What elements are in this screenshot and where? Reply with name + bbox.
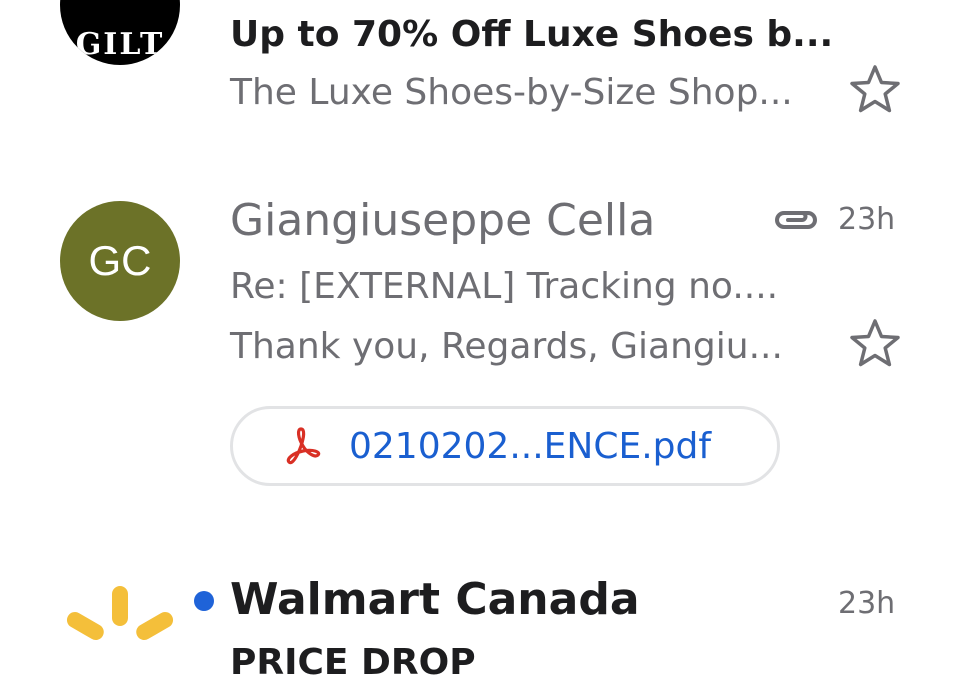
- email-preview: Thank you, Regards, Giangiu...: [230, 326, 783, 367]
- avatar-text: GILT: [75, 26, 165, 62]
- email-subject: Re: [EXTERNAL] Tracking no....: [230, 266, 779, 307]
- paperclip-icon: [775, 211, 817, 229]
- attachment-filename: 0210202...ENCE.pdf: [349, 425, 712, 467]
- email-subject: PRICE DROP: [230, 642, 476, 683]
- walmart-spark-logo: [66, 586, 174, 640]
- email-subject: Up to 70% Off Luxe Shoes b...: [230, 14, 834, 55]
- email-sender: Giangiuseppe Cella: [230, 195, 656, 246]
- email-item-walmart[interactable]: Walmart Canada 23h PRICE DROP: [0, 560, 960, 683]
- email-preview: The Luxe Shoes-by-Size Shop...: [230, 72, 793, 113]
- star-icon[interactable]: [847, 62, 903, 118]
- pdf-icon: [286, 427, 321, 465]
- email-sender: Walmart Canada: [230, 574, 640, 625]
- email-time: 23h: [838, 586, 896, 621]
- avatar-initials: GC: [88, 237, 152, 284]
- sender-avatar-gc: GC: [60, 201, 180, 321]
- sender-avatar-gilt: GILT: [60, 0, 180, 65]
- email-item-gilt[interactable]: GILT Up to 70% Off Luxe Shoes b... The L…: [0, 0, 960, 150]
- email-time: 23h: [838, 202, 896, 237]
- unread-indicator: [194, 591, 214, 611]
- attachment-chip[interactable]: 0210202...ENCE.pdf: [230, 406, 780, 486]
- star-icon[interactable]: [847, 316, 903, 372]
